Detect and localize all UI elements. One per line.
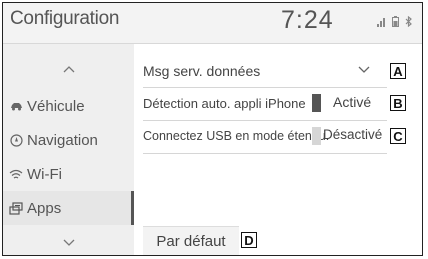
row-divider <box>143 87 387 88</box>
screen-frame: Configuration 7:24 Véhicule Navigation W… <box>2 2 423 256</box>
setting-label: Msg serv. données <box>143 63 261 79</box>
setting-label: Connectez USB en mode étendu. <box>143 129 330 143</box>
default-button[interactable]: Par défaut <box>143 226 239 255</box>
header-bar: Configuration 7:24 <box>3 3 422 43</box>
page-title: Configuration <box>10 8 120 29</box>
sidebar-item-navigation[interactable]: Navigation <box>3 123 134 157</box>
sidebar-scroll-down-button[interactable] <box>3 234 134 251</box>
apps-icon <box>8 201 24 215</box>
sidebar-item-wifi[interactable]: Wi-Fi <box>3 157 134 191</box>
toggle-off-indicator[interactable] <box>312 127 321 145</box>
default-button-label: Par défaut <box>156 232 226 250</box>
battery-icon <box>391 16 405 30</box>
setting-status: Activé <box>333 94 372 110</box>
setting-row-usb-extended[interactable]: Connectez USB en mode étendu. <box>143 122 329 150</box>
sidebar-item-label: Véhicule <box>27 97 85 115</box>
marker-a: A <box>390 63 406 79</box>
chevron-down-icon <box>63 239 74 246</box>
setting-status: Désactivé <box>323 127 383 142</box>
setting-label: Détection auto. appli iPhone <box>143 95 306 111</box>
setting-row-iphone-detection[interactable]: Détection auto. appli iPhone <box>143 89 306 117</box>
car-icon <box>8 102 24 111</box>
sidebar-item-label: Navigation <box>27 131 98 149</box>
clock: 7:24 <box>281 6 334 34</box>
chevron-up-icon <box>63 66 74 73</box>
sidebar-item-label: Apps <box>27 199 62 217</box>
signal-icon <box>376 18 392 30</box>
marker-d: D <box>241 232 257 248</box>
row-divider <box>143 153 387 154</box>
compass-icon <box>8 133 24 147</box>
marker-c: C <box>390 128 406 144</box>
sidebar: Véhicule Navigation Wi-Fi Apps <box>3 44 134 255</box>
sidebar-item-label: Wi-Fi <box>27 165 62 183</box>
bluetooth-icon <box>405 15 412 30</box>
sidebar-item-apps[interactable]: Apps <box>3 191 134 225</box>
toggle-on-indicator[interactable] <box>312 94 321 112</box>
sidebar-item-vehicule[interactable]: Véhicule <box>3 89 134 123</box>
chevron-down-icon[interactable] <box>358 63 370 77</box>
row-divider <box>143 120 387 121</box>
marker-b: B <box>390 95 406 111</box>
sidebar-scroll-up-button[interactable] <box>3 60 134 77</box>
setting-row-data-service[interactable]: Msg serv. données <box>143 57 260 85</box>
status-icons <box>376 15 412 30</box>
wifi-icon <box>8 169 24 180</box>
